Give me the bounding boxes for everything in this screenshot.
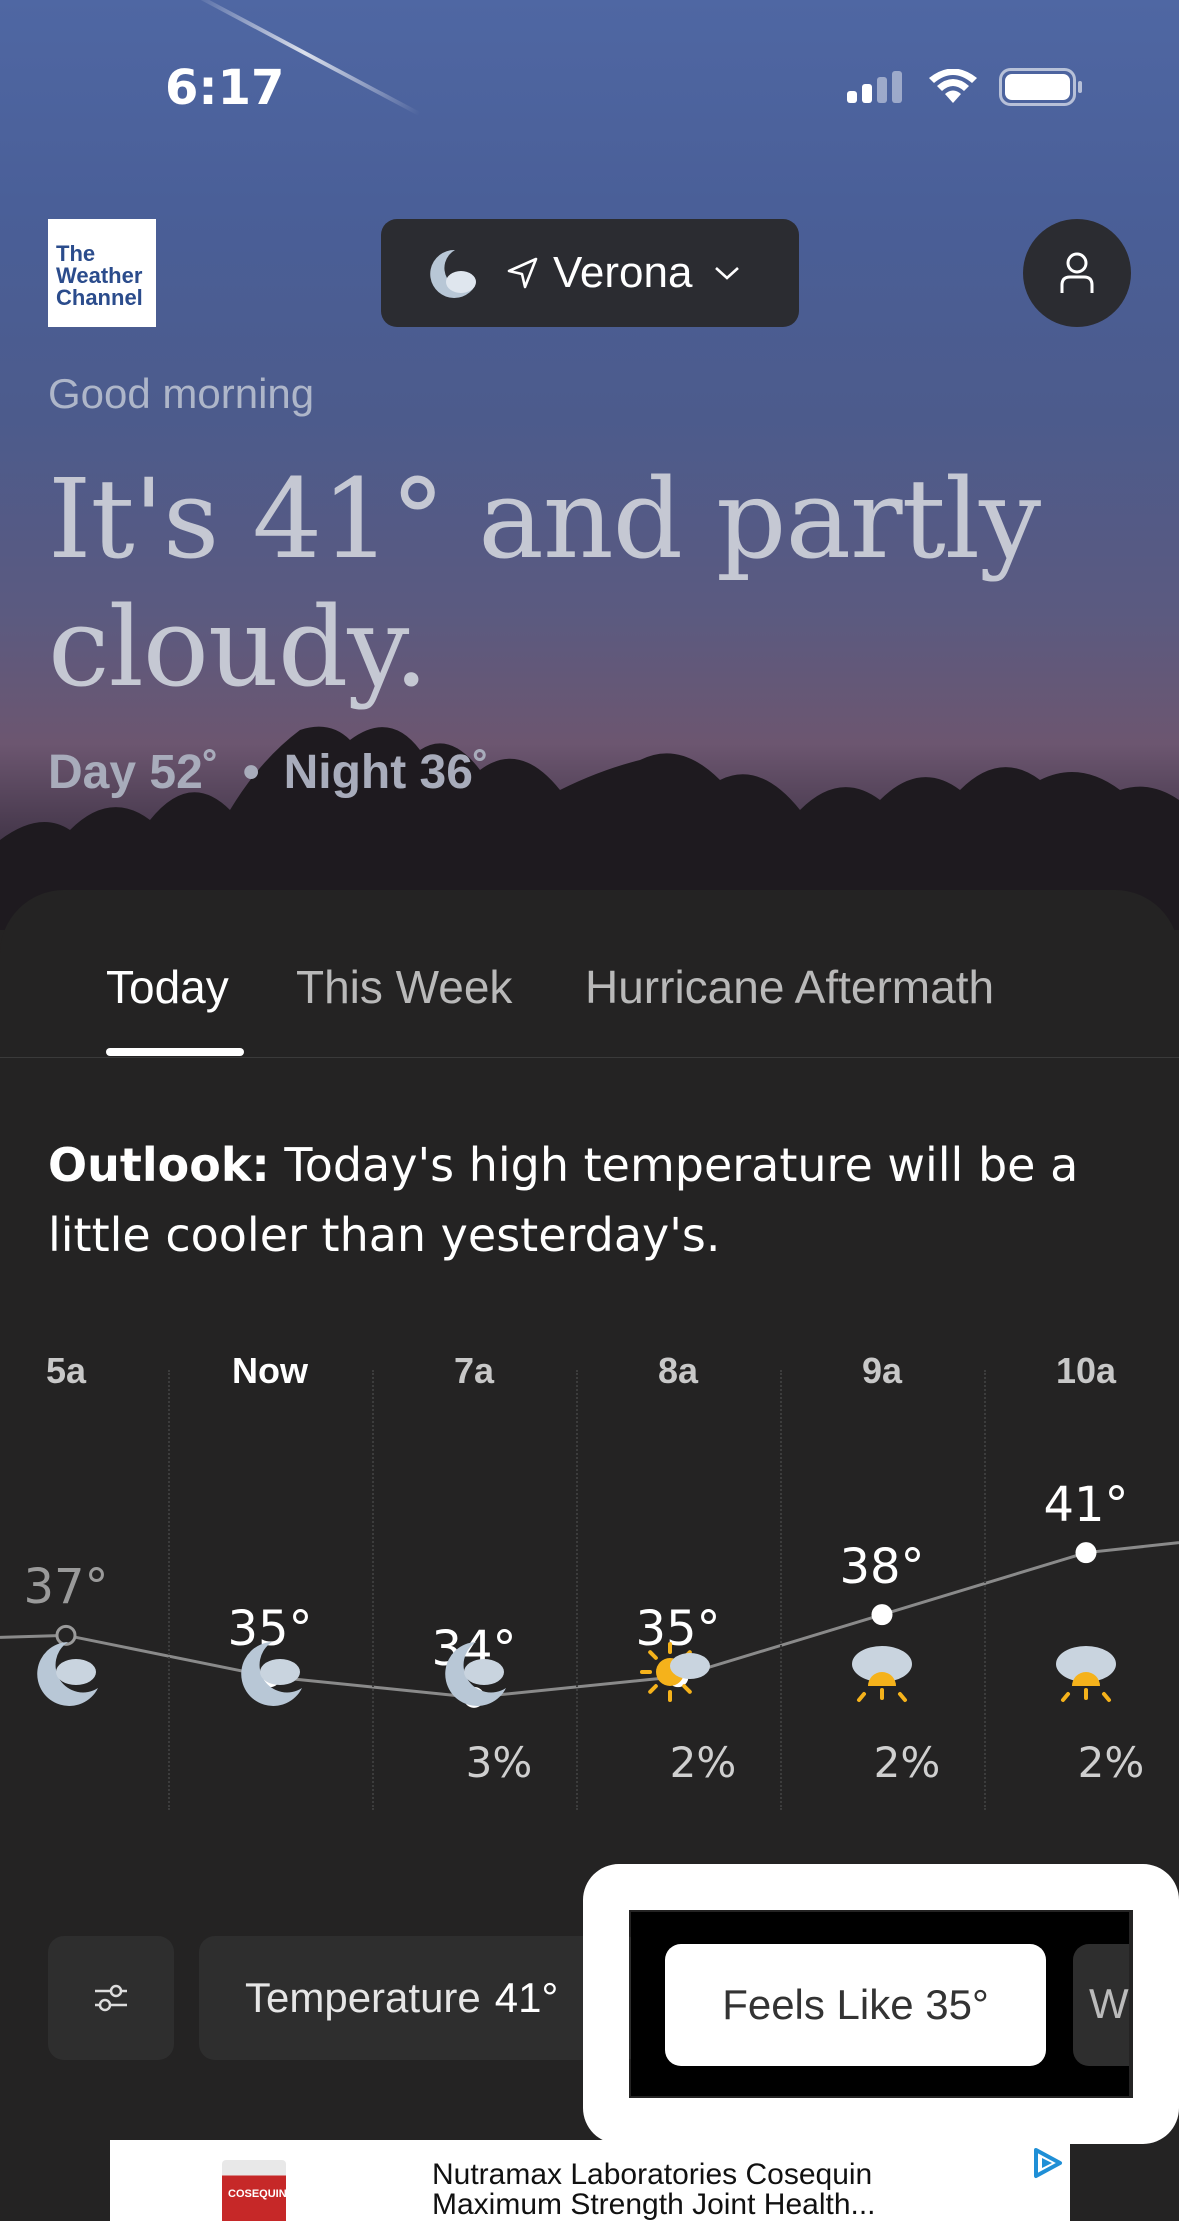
hour-divider xyxy=(372,1370,374,1810)
tab-bar: Today This Week Hurricane Aftermath xyxy=(0,890,1179,1058)
hour-label: 10a xyxy=(1055,1350,1117,1391)
moon-cloud-icon xyxy=(37,1642,98,1706)
tab-this-week[interactable]: This Week xyxy=(296,960,512,1014)
logo-line: The xyxy=(56,241,96,266)
outlook-text: Outlook: Today's high temperature will b… xyxy=(48,1130,1128,1270)
temp-point xyxy=(1075,1542,1097,1564)
hour-divider xyxy=(168,1370,170,1810)
hour-divider xyxy=(780,1370,782,1810)
status-icons xyxy=(847,68,1083,106)
night-low: Night 36˚ xyxy=(283,746,489,799)
temperature-chip[interactable]: Temperature 41° xyxy=(199,1936,641,2060)
ad-title-line: Nutramax Laboratories Cosequin xyxy=(432,2158,873,2191)
precip-chance: 3% xyxy=(465,1738,533,1787)
wifi-icon xyxy=(929,69,977,103)
moon-cloud-icon xyxy=(430,249,476,298)
hour-label: Now xyxy=(232,1350,308,1391)
logo-line: Weather xyxy=(56,263,143,288)
adchoices-icon[interactable] xyxy=(1030,2146,1064,2180)
temp-point xyxy=(871,1604,893,1626)
ad-product-image: COSEQUIN xyxy=(222,2160,287,2221)
battery-icon xyxy=(999,68,1082,106)
status-time: 6:17 xyxy=(165,60,285,116)
moon-cloud-icon xyxy=(445,1642,506,1706)
hour-divider xyxy=(576,1370,578,1810)
hour-label: 8a xyxy=(657,1350,699,1391)
day-high: Day 52˚ xyxy=(48,746,219,799)
hour-divider xyxy=(984,1370,986,1810)
chevron-down-icon xyxy=(715,267,740,280)
moon-cloud-icon xyxy=(241,1642,302,1706)
user-icon xyxy=(1060,252,1094,293)
ad-product-label: COSEQUIN xyxy=(228,2188,287,2200)
hour-temp: 41° xyxy=(1043,1476,1129,1533)
hour-temp: 38° xyxy=(839,1538,925,1595)
temperature-chip-value: 41° xyxy=(494,1974,559,2021)
cloud-sunrise-icon xyxy=(1056,1646,1116,1702)
highlight-frame xyxy=(583,1864,1179,2144)
tab-hurricane-aftermath[interactable]: Hurricane Aftermath xyxy=(585,960,994,1014)
outlook-label: Outlook: xyxy=(48,1138,270,1192)
separator-dot: • xyxy=(242,746,260,799)
signal-icon xyxy=(847,71,902,103)
temperature-chip-label: Temperature xyxy=(245,1974,481,2021)
trend-line xyxy=(0,1541,1179,1699)
hourly-forecast[interactable]: 5a 37° Now 35° 7a 34° 3% 8a 35° 2% 9a 38° 2% 10a 41° 2% xyxy=(0,1350,1179,1810)
hour-temp: 37° xyxy=(23,1559,109,1616)
temperature-trend-line xyxy=(0,1541,1179,1708)
logo-line: Channel xyxy=(56,285,143,310)
precip-chance: 2% xyxy=(669,1738,737,1787)
precip-chance: 2% xyxy=(1077,1738,1145,1787)
tab-today[interactable]: Today xyxy=(106,960,229,1014)
location-selector[interactable]: Verona xyxy=(381,219,799,327)
ad-title: Nutramax Laboratories Cosequin Maximum S… xyxy=(432,2160,876,2220)
precip-chance: 2% xyxy=(873,1738,941,1787)
active-tab-indicator xyxy=(106,1048,244,1056)
ad-banner[interactable]: COSEQUIN Nutramax Laboratories Cosequin … xyxy=(110,2140,1070,2221)
cloud-sunrise-icon xyxy=(852,1646,912,1702)
day-night-temps: Day 52˚ • Night 36˚ xyxy=(48,745,489,800)
filter-button[interactable] xyxy=(48,1936,174,2060)
hour-label: 5a xyxy=(45,1350,87,1391)
hour-label: 7a xyxy=(453,1350,495,1391)
profile-button[interactable] xyxy=(1023,219,1131,327)
current-conditions-headline: It's 41° and partly cloudy. xyxy=(48,455,1041,711)
ad-title-line: Maximum Strength Joint Health... xyxy=(432,2188,876,2221)
greeting: Good morning xyxy=(48,370,315,417)
sliders-icon xyxy=(95,1984,127,2012)
sun-cloud-icon xyxy=(640,1642,710,1702)
location-name: Verona xyxy=(553,248,693,297)
weather-channel-logo[interactable]: The Weather Channel xyxy=(48,219,156,327)
hour-label: 9a xyxy=(861,1350,903,1391)
location-arrow-icon xyxy=(507,257,538,289)
